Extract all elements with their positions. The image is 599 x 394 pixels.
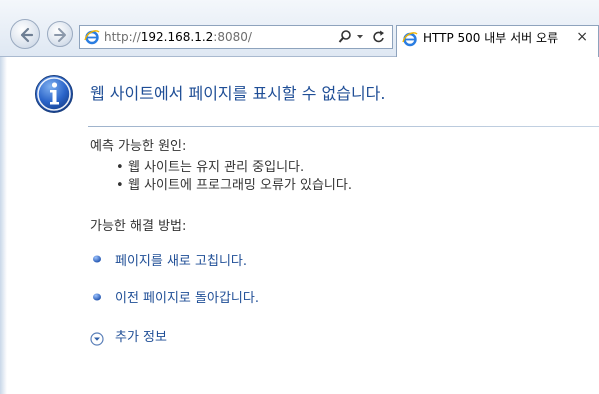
cause-item: • 웹 사이트에 프로그래밍 오류가 있습니다.: [116, 178, 352, 194]
address-bar[interactable]: http://192.168.1.2:8080/: [79, 25, 393, 49]
back-arrow-icon: [20, 27, 34, 43]
solutions-heading: 가능한 해결 방법:: [90, 219, 187, 234]
bullet-dot: •: [116, 178, 124, 193]
forward-button[interactable]: [47, 21, 73, 47]
cause-text: 웹 사이트는 유지 관리 중입니다.: [128, 160, 305, 175]
url-scheme: http://: [104, 30, 141, 44]
page-edge-shade: [0, 57, 7, 394]
url-text[interactable]: http://192.168.1.2:8080/: [104, 30, 252, 44]
url-host: 192.168.1.2: [140, 30, 214, 44]
refresh-icon: [373, 30, 384, 43]
address-dropdown-button[interactable]: [356, 29, 364, 49]
causes-heading: 예측 가능한 원인:: [90, 139, 187, 154]
forward-arrow-icon: [54, 28, 66, 42]
browser-toolbar: http://192.168.1.2:8080/ HTTP 500 내부 서버 …: [0, 0, 599, 57]
ie-logo-icon: [84, 30, 100, 45]
tab-title: HTTP 500 내부 서버 오류: [423, 31, 559, 45]
tab-http-500[interactable]: HTTP 500 내부 서버 오류 ×: [396, 25, 599, 57]
page-title: 웹 사이트에서 페이지를 표시할 수 없습니다.: [90, 84, 386, 103]
blue-bullet-icon: [93, 293, 101, 301]
refresh-button[interactable]: [372, 29, 386, 49]
chevron-down-icon: [357, 35, 363, 39]
close-icon[interactable]: ×: [576, 29, 588, 45]
back-button[interactable]: [10, 19, 40, 49]
info-icon: [35, 75, 73, 113]
more-info-link[interactable]: 추가 정보: [115, 330, 167, 346]
search-button[interactable]: [338, 29, 352, 49]
cause-text: 웹 사이트에 프로그래밍 오류가 있습니다.: [128, 178, 352, 193]
ie-logo-icon: [402, 32, 418, 47]
refresh-page-link[interactable]: 페이지를 새로 고칩니다.: [115, 254, 247, 270]
bullet-dot: •: [116, 160, 124, 175]
title-divider: [88, 126, 599, 127]
expand-circle-icon[interactable]: [90, 332, 104, 346]
blue-bullet-icon: [93, 255, 101, 263]
url-port-path: :8080/: [213, 30, 252, 44]
go-back-link[interactable]: 이전 페이지로 돌아갑니다.: [115, 291, 259, 307]
error-page: 웹 사이트에서 페이지를 표시할 수 없습니다. 예측 가능한 원인: • 웹 사…: [0, 57, 599, 394]
cause-item: • 웹 사이트는 유지 관리 중입니다.: [116, 160, 304, 176]
search-icon: [338, 30, 351, 43]
